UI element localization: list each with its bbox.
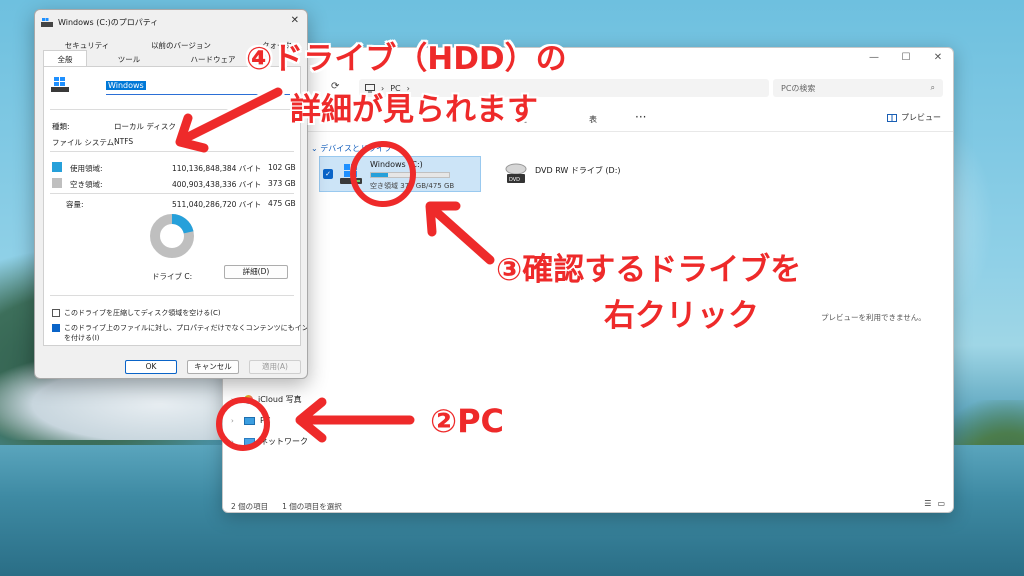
drive-caption: ドライブ C: <box>152 272 193 281</box>
annotation-step4-line1: ④ドライブ（HDD）の <box>246 41 567 77</box>
free-label: 空き領域: <box>70 180 103 189</box>
preview-button[interactable]: プレビュー <box>887 112 941 123</box>
view-button[interactable]: 表 <box>589 114 597 125</box>
tab-general[interactable]: 全般 <box>43 54 87 65</box>
ok-button[interactable]: OK <box>125 360 177 374</box>
close-button[interactable]: ✕ <box>929 52 947 63</box>
annotation-step3-line1: ③確認するドライブを <box>496 252 802 288</box>
nav-item-network[interactable]: › ネットワーク <box>231 436 308 447</box>
windows-drive-icon <box>340 164 362 184</box>
general-tab-panel: Windows 種類: ローカル ディスク ファイル システム: NTFS 使用… <box>43 66 307 346</box>
drive-c-name: Windows (C:) <box>370 160 423 169</box>
index-checkbox[interactable] <box>52 324 60 332</box>
annotation-step4-line2: 詳細が見られます <box>290 92 538 128</box>
fs-value: NTFS <box>114 137 134 146</box>
details-view-icon[interactable]: ☰ <box>924 499 931 508</box>
divider <box>50 109 294 110</box>
index-label-line2: を付ける(I) <box>64 334 100 342</box>
maximize-button[interactable]: ☐ <box>897 52 915 63</box>
nav-item-label: iCloud 写真 <box>258 395 302 404</box>
used-gb: 102 GB <box>268 163 296 172</box>
status-bar: 2 個の項目 1 個の項目を選択 <box>231 501 342 512</box>
divider <box>50 295 294 296</box>
search-placeholder: PCの検索 <box>781 83 816 93</box>
dialog-title-bar: Windows (C:)のプロパティ <box>41 17 158 28</box>
nav-item-label: ネットワーク <box>260 437 308 446</box>
capacity-bytes: 511,040,286,720 バイト <box>172 200 262 209</box>
network-icon <box>244 437 255 446</box>
item-count: 2 個の項目 <box>231 502 269 511</box>
compress-checkbox[interactable] <box>52 309 60 317</box>
divider <box>50 193 294 194</box>
dvd-badge: DVD <box>509 177 521 183</box>
tab-previous-versions[interactable]: 以前のバージョン <box>139 40 223 51</box>
dvd-drive-name: DVD RW ドライブ (D:) <box>535 166 621 175</box>
cancel-button[interactable]: キャンセル <box>187 360 239 374</box>
view-toggle: ☰ ▭ <box>924 499 945 508</box>
selected-count: 1 個の項目を選択 <box>282 502 342 511</box>
used-bytes: 110,136,848,384 バイト <box>172 164 262 173</box>
dialog-close-button[interactable]: ✕ <box>291 15 299 26</box>
capacity-label: 容量: <box>66 200 84 209</box>
free-space-swatch <box>52 178 62 188</box>
drive-c-space: 空き領域 373 GB/475 GB <box>370 182 455 190</box>
preview-unavailable-message: プレビューを利用できません。 <box>821 313 926 322</box>
checkbox-checked-icon[interactable]: ✓ <box>323 169 333 179</box>
disk-usage-donut <box>150 214 194 258</box>
nav-item-pc[interactable]: › PC <box>231 416 270 425</box>
annotation-step2: ②PC <box>430 402 505 440</box>
drive-c-tile[interactable]: ✓ Windows (C:) 空き領域 373 GB/475 GB <box>319 156 481 192</box>
disk-cleanup-button[interactable]: 詳細(D) <box>224 265 288 279</box>
dialog-title: Windows (C:)のプロパティ <box>58 18 159 27</box>
drive-c-usage-fill <box>371 173 388 177</box>
more-options-button[interactable]: ··· <box>635 110 646 124</box>
index-label-line1: このドライブ上のファイルに対し、プロパティだけでなくコンテンツにもインデックス <box>64 324 308 332</box>
pc-icon <box>244 416 255 425</box>
preview-label: プレビュー <box>901 113 941 122</box>
free-bytes: 400,903,438,336 バイト <box>172 180 262 189</box>
free-gb: 373 GB <box>268 179 296 188</box>
capacity-gb: 475 GB <box>268 199 296 208</box>
nav-item-icloud[interactable]: › iCloud 写真 <box>231 394 302 405</box>
chevron-right-icon[interactable]: › <box>231 396 239 404</box>
chevron-right-icon[interactable]: › <box>231 438 239 446</box>
used-space-swatch <box>52 162 62 172</box>
devices-section-title[interactable]: ⌄ デバイスとドライブ <box>311 143 392 154</box>
drive-name-input[interactable]: Windows <box>106 81 290 95</box>
chevron-right-icon[interactable]: › <box>231 417 239 425</box>
nav-item-label: PC <box>260 416 271 425</box>
annotation-step3-line2: 右クリック <box>604 298 759 334</box>
tab-tools[interactable]: ツール <box>107 54 151 65</box>
search-input[interactable]: PCの検索 ⌕ <box>773 79 943 97</box>
search-icon: ⌕ <box>930 83 935 92</box>
fs-label: ファイル システム: <box>52 138 117 147</box>
compress-label: このドライブを圧縮してディスク領域を空ける(C) <box>64 309 221 317</box>
apply-button[interactable]: 適用(A) <box>249 360 301 374</box>
icloud-photos-icon <box>244 395 253 404</box>
type-label: 種類: <box>52 122 70 131</box>
windows-drive-icon <box>51 77 69 92</box>
drive-c-usage-bar <box>370 172 450 178</box>
type-value: ローカル ディスク <box>114 122 176 131</box>
minimize-button[interactable]: — <box>865 52 883 63</box>
drive-icon <box>41 18 53 27</box>
window-controls: — ☐ ✕ <box>865 52 947 63</box>
divider <box>50 151 294 152</box>
preview-pane-icon <box>887 113 897 122</box>
tiles-view-icon[interactable]: ▭ <box>937 499 945 508</box>
used-label: 使用領域: <box>70 164 103 173</box>
tab-hardware[interactable]: ハードウェア <box>181 54 245 65</box>
